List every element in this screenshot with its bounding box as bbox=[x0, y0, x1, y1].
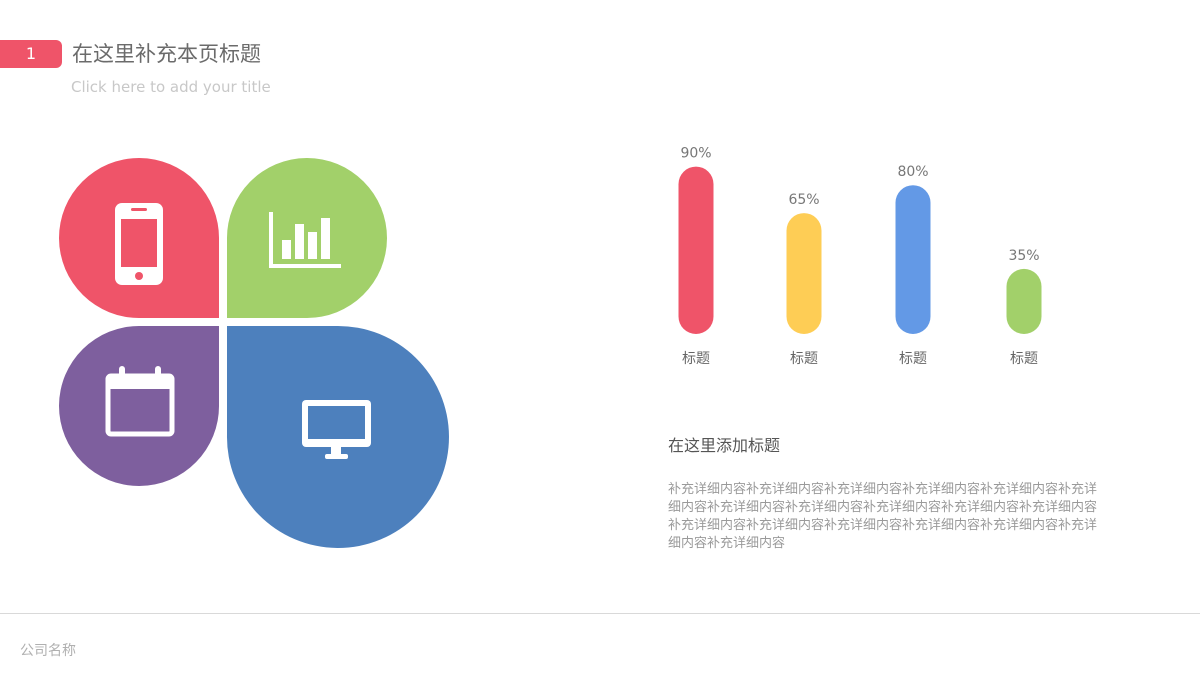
chart-bar-value-label: 65% bbox=[788, 192, 819, 208]
petal-top-right bbox=[226, 158, 387, 319]
chart-bar bbox=[678, 166, 714, 334]
chart-bar bbox=[786, 213, 822, 334]
chart-bar-value-label: 35% bbox=[1008, 248, 1039, 264]
chart-bar-value-label: 90% bbox=[680, 146, 711, 162]
smartphone-icon bbox=[115, 203, 163, 285]
chart-category-label: 标题 bbox=[790, 351, 818, 367]
chart-category-label: 标题 bbox=[682, 351, 710, 367]
chart-category-label: 标题 bbox=[1010, 351, 1038, 367]
petal-graphic bbox=[59, 158, 449, 548]
chart-bar bbox=[1006, 268, 1042, 334]
section-body[interactable]: 补充详细内容补充详细内容补充详细内容补充详细内容补充详细内容补充详细内容补充详细… bbox=[668, 481, 1108, 553]
footer-divider bbox=[0, 613, 1200, 614]
petal-bottom-left bbox=[59, 325, 220, 486]
bar-chart: 90% 标题 65% 标题 80% 标题 35% 标题 bbox=[678, 146, 1042, 367]
chart-bar-value-label: 80% bbox=[897, 164, 928, 180]
chart-category-label: 标题 bbox=[899, 351, 927, 367]
footer-company-name[interactable]: 公司名称 bbox=[20, 640, 76, 660]
section-heading[interactable]: 在这里添加标题 bbox=[668, 432, 780, 456]
chart-bar bbox=[895, 185, 931, 334]
